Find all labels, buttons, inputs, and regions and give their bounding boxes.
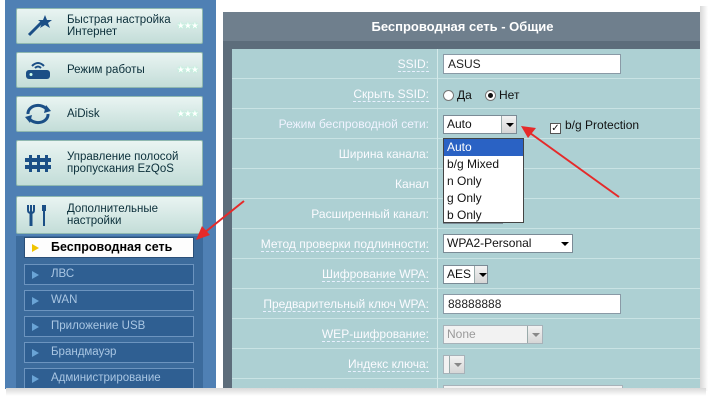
dropdown-option[interactable]: b/g Mixed [444,156,523,173]
chevron-down-icon [449,356,464,373]
triangle-bullet-icon [32,244,39,252]
sidebar-item-label: Дополнительные настройки [67,203,159,227]
field-label: Расширенный канал: [311,207,429,221]
chevron-down-icon [527,326,542,343]
wep-encryption-select[interactable]: None [443,325,543,344]
stars-decoration: ★★★ [176,108,199,119]
checkmark-icon: ✓ [550,123,561,134]
row-wireless-mode: Режим беспроводной сети: Auto ✓ b/g Prote… [232,109,702,139]
sidebar-item-label: AiDisk [67,108,100,120]
hide-ssid-no-radio[interactable]: Нет [485,88,519,102]
divider [437,199,438,229]
divider [437,139,438,169]
frame-shadow [6,388,706,396]
field-label: Предварительный ключ WPA: [263,297,429,312]
row-hide-ssid: Скрыть SSID: Да Нет [232,79,702,109]
advanced-submenu [16,236,203,389]
stars-decoration: ★★★ [176,64,199,75]
sidebar-item-quick-setup[interactable]: Быстрая настройка Интернет ★★★ [16,8,203,44]
divider [437,259,438,289]
triangle-bullet-icon [32,297,39,305]
bg-protection-checkbox[interactable]: ✓ b/g Protection [550,118,639,134]
subnav-item-wireless[interactable]: Беспроводная сеть [24,237,194,258]
field-label: Ширина канала: [338,147,429,161]
magic-wand-icon [21,13,55,39]
tools-icon [21,202,55,228]
field-label: Индекс ключа: [347,357,429,372]
row-ssid: SSID: ASUS [232,49,702,79]
field-label: SSID: [397,57,429,72]
triangle-bullet-icon [32,323,39,331]
triangle-bullet-icon [32,349,39,357]
row-auth-method: Метод проверки подлинности: WPA2-Persona… [232,229,702,259]
subnav-item-label: ЛВС [51,268,75,280]
divider [437,49,438,79]
radio-dot [443,90,454,101]
chevron-down-icon [557,235,572,252]
stars-decoration: ★★★ [176,20,199,31]
router-admin-page: Быстрая настройка Интернет ★★★ Режим раб… [5,0,702,389]
key-index-select[interactable] [443,355,465,374]
sidebar-item-label: Быстрая настройка Интернет [67,14,171,38]
divider [437,169,438,199]
row-key-index: Индекс ключа: [232,349,702,379]
subnav-item-wan[interactable]: WAN [24,290,194,311]
field-label: WEP-шифрование: [321,327,429,342]
field-label: Шифрование WPA: [322,267,429,282]
subnav-item-firewall[interactable]: Брандмауэр [24,342,194,363]
subnav-item-label: Беспроводная сеть [51,240,173,254]
disk-sync-icon [21,101,55,127]
triangle-bullet-icon [32,375,39,383]
wpa-encryption-select[interactable]: AES [443,265,488,284]
subnav-item-lan[interactable]: ЛВС [24,264,194,285]
row-wpa-encryption: Шифрование WPA: AES [232,259,702,289]
field-label: Режим беспроводной сети: [278,117,429,131]
frame-shadow [700,6,708,391]
row-wep-encryption: WEP-шифрование: None [232,319,702,349]
page-title: Беспроводная сеть - Общие [223,12,702,41]
wireless-mode-dropdown-list[interactable]: Auto b/g Mixed n Only g Only b Only [443,138,524,223]
row-wpa-key: Предварительный ключ WPA: 88888888 [232,289,702,319]
sidebar-item-label: Режим работы [67,64,145,76]
divider [437,79,438,109]
wpa-key-input[interactable]: 88888888 [443,294,621,314]
subnav-item-label: WAN [51,294,78,306]
sidebar-item-aidisk[interactable]: AiDisk ★★★ [16,96,203,132]
field-label: Скрыть SSID: [353,87,429,102]
subnav-item-label: Приложение USB [51,320,146,332]
dropdown-option[interactable]: Auto [444,139,523,156]
divider [437,109,438,139]
field-label: Метод проверки подлинности: [260,237,429,252]
auth-method-select[interactable]: WPA2-Personal [443,234,573,253]
dropdown-option[interactable]: g Only [444,190,523,207]
subnav-item-admin[interactable]: Администрирование [24,368,194,389]
chevron-down-icon [474,266,487,283]
router-icon [21,57,55,83]
subnav-item-label: Брандмауэр [51,346,117,358]
sidebar-item-ezqos[interactable]: Управление полосой пропускания EzQoS [16,140,203,186]
bandwidth-icon [21,150,55,176]
dropdown-option[interactable]: b Only [444,207,523,224]
screenshot-frame: Быстрая настройка Интернет ★★★ Режим раб… [0,0,714,397]
subnav-item-label: Администрирование [51,372,161,384]
dropdown-option[interactable]: n Only [444,173,523,190]
sidebar: Быстрая настройка Интернет ★★★ Режим раб… [5,0,216,389]
sidebar-item-advanced[interactable]: Дополнительные настройки [16,196,203,234]
field-label: Канал [395,177,429,191]
divider [437,319,438,349]
subnav-item-usb[interactable]: Приложение USB [24,316,194,337]
hide-ssid-yes-radio[interactable]: Да [443,88,472,102]
wireless-mode-select[interactable]: Auto [443,115,517,134]
sidebar-item-label: Управление полосой пропускания EzQoS [67,151,179,175]
sidebar-item-operation-mode[interactable]: Режим работы ★★★ [16,52,203,88]
triangle-bullet-icon [32,271,39,279]
divider [437,229,438,259]
ssid-input[interactable]: ASUS [443,54,621,74]
radio-dot [485,90,496,101]
divider [437,349,438,379]
divider [437,289,438,319]
chevron-down-icon[interactable] [501,116,516,133]
